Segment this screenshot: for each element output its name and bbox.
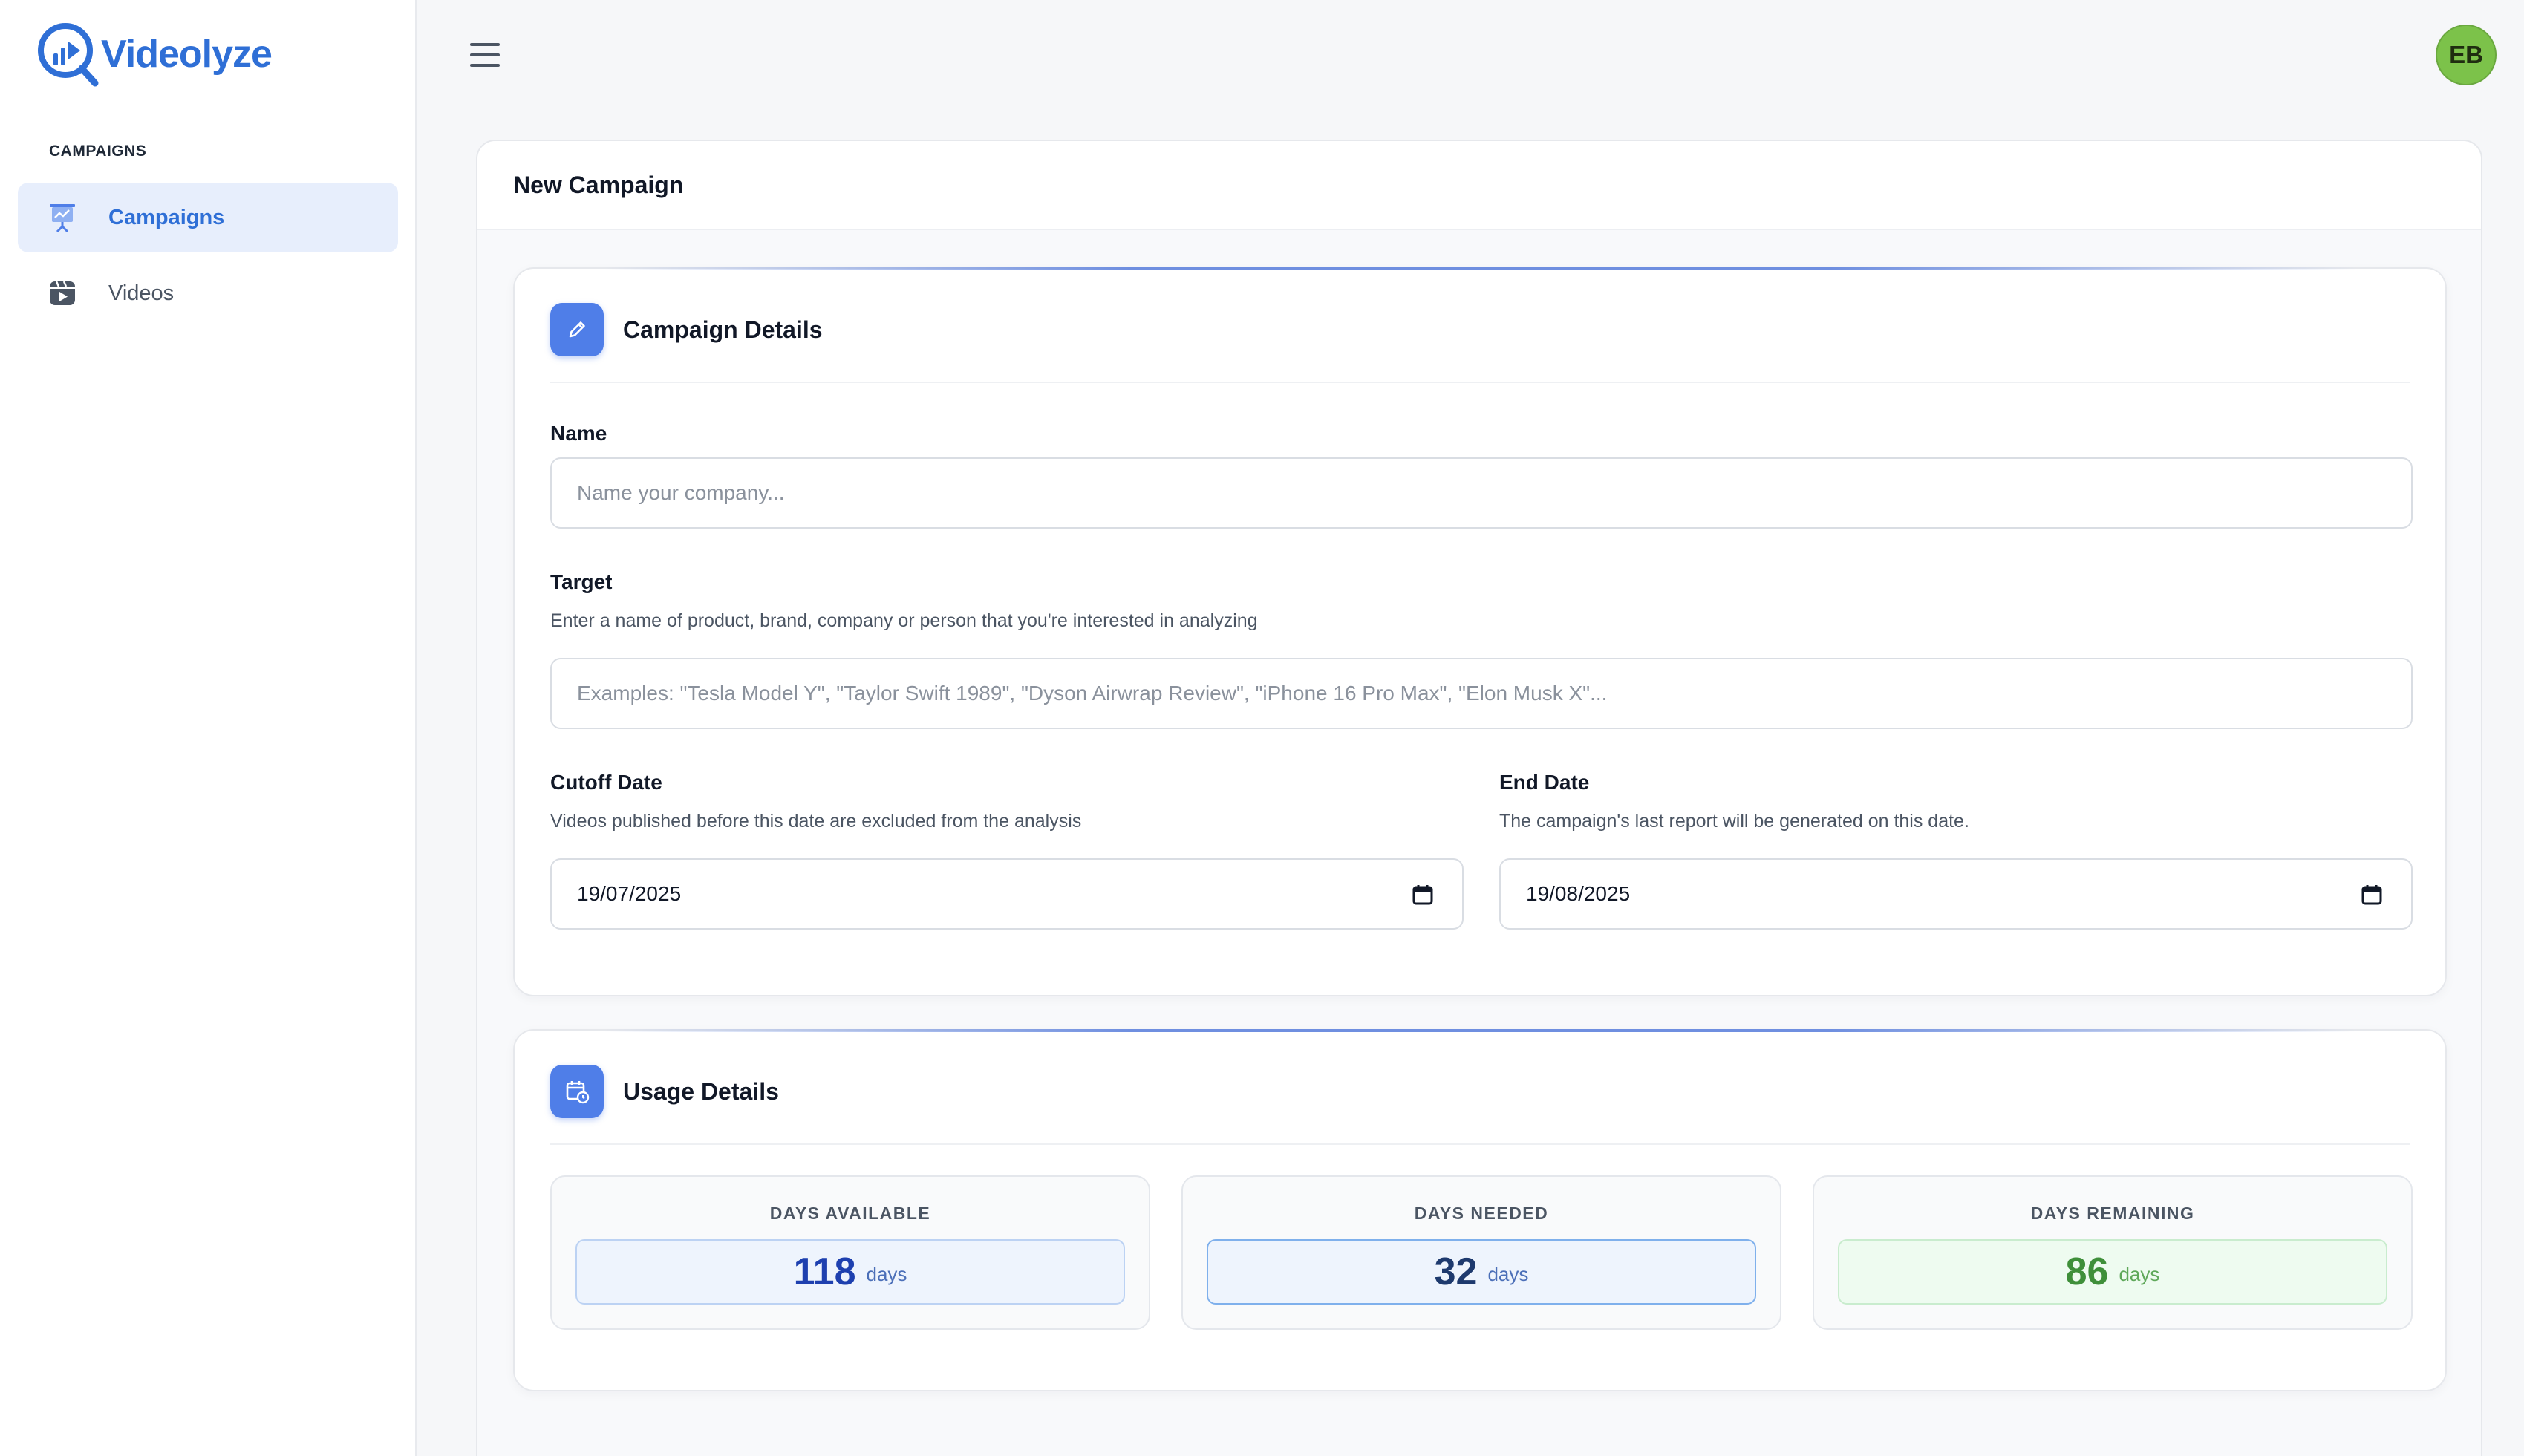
section-header: Usage Details [550, 1065, 2410, 1145]
stat-value-box: 118 days [575, 1239, 1125, 1305]
stat-label: DAYS REMAINING [2030, 1204, 2195, 1223]
target-label: Target [550, 570, 613, 593]
sidebar-item-videos[interactable]: Videos [18, 258, 398, 328]
days-available-stat: DAYS AVAILABLE 118 days [550, 1175, 1150, 1330]
section-title: Campaign Details [623, 316, 823, 343]
hamburger-icon-line [470, 43, 500, 46]
name-input[interactable]: Name your company... [550, 457, 2413, 529]
hamburger-icon-line [470, 64, 500, 67]
campaign-details-section: Campaign Details Name Name your company.… [513, 267, 2447, 996]
stat-unit: days [2119, 1262, 2160, 1285]
days-remaining-stat: DAYS REMAINING 86 days [1813, 1175, 2413, 1330]
stat-value: 32 [1434, 1250, 1478, 1293]
stat-unit: days [866, 1262, 907, 1285]
menu-toggle-button[interactable] [468, 40, 502, 70]
stat-value: 118 [793, 1250, 856, 1293]
sidebar: Videolyze CAMPAIGNS Campaigns Videos [0, 0, 417, 1456]
end-date-label: End Date [1499, 771, 1590, 794]
end-date-help: The campaign's last report will be gener… [1499, 811, 1969, 832]
stat-value-box: 86 days [1838, 1239, 2387, 1305]
sidebar-item-label: Campaigns [108, 205, 225, 229]
usage-details-section: Usage Details DAYS AVAILABLE 118 days DA… [513, 1029, 2447, 1391]
calendar-icon[interactable] [2361, 884, 2383, 906]
stat-label: DAYS AVAILABLE [769, 1204, 931, 1223]
presentation-chart-icon [46, 201, 79, 234]
cutoff-date-label: Cutoff Date [550, 771, 662, 794]
stat-label: DAYS NEEDED [1414, 1204, 1549, 1223]
hamburger-icon-line [470, 53, 500, 56]
calendar-icon[interactable] [1412, 884, 1434, 906]
cutoff-date-help: Videos published before this date are ex… [550, 811, 1082, 832]
page-title: New Campaign [477, 141, 2481, 230]
pencil-icon [550, 303, 604, 356]
end-date-input[interactable]: 19/08/2025 [1499, 858, 2413, 930]
cutoff-date-input[interactable]: 19/07/2025 [550, 858, 1464, 930]
sidebar-item-label: Videos [108, 281, 175, 305]
target-help: Enter a name of product, brand, company … [550, 610, 1258, 631]
name-label: Name [550, 422, 607, 445]
new-campaign-card: New Campaign Campaign Details Name Name … [476, 140, 2482, 1456]
stat-unit: days [1487, 1262, 1529, 1285]
stat-value: 86 [2065, 1250, 2109, 1293]
app-logo[interactable]: Videolyze [34, 19, 273, 89]
app-name: Videolyze [101, 33, 273, 76]
calendar-clock-icon [550, 1065, 604, 1118]
section-title: Usage Details [623, 1078, 779, 1105]
user-avatar[interactable]: EB [2436, 25, 2497, 85]
target-input[interactable]: Examples: "Tesla Model Y", "Taylor Swift… [550, 658, 2413, 729]
logo-icon [38, 23, 99, 87]
sidebar-item-campaigns[interactable]: Campaigns [18, 183, 398, 252]
video-library-icon [46, 277, 79, 310]
section-header: Campaign Details [550, 303, 2410, 383]
days-needed-stat: DAYS NEEDED 32 days [1181, 1175, 1781, 1330]
cutoff-date-value: 19/07/2025 [577, 882, 682, 905]
nav-section-label: CAMPAIGNS [49, 143, 147, 160]
stat-value-box: 32 days [1207, 1239, 1756, 1305]
end-date-value: 19/08/2025 [1526, 882, 1631, 905]
